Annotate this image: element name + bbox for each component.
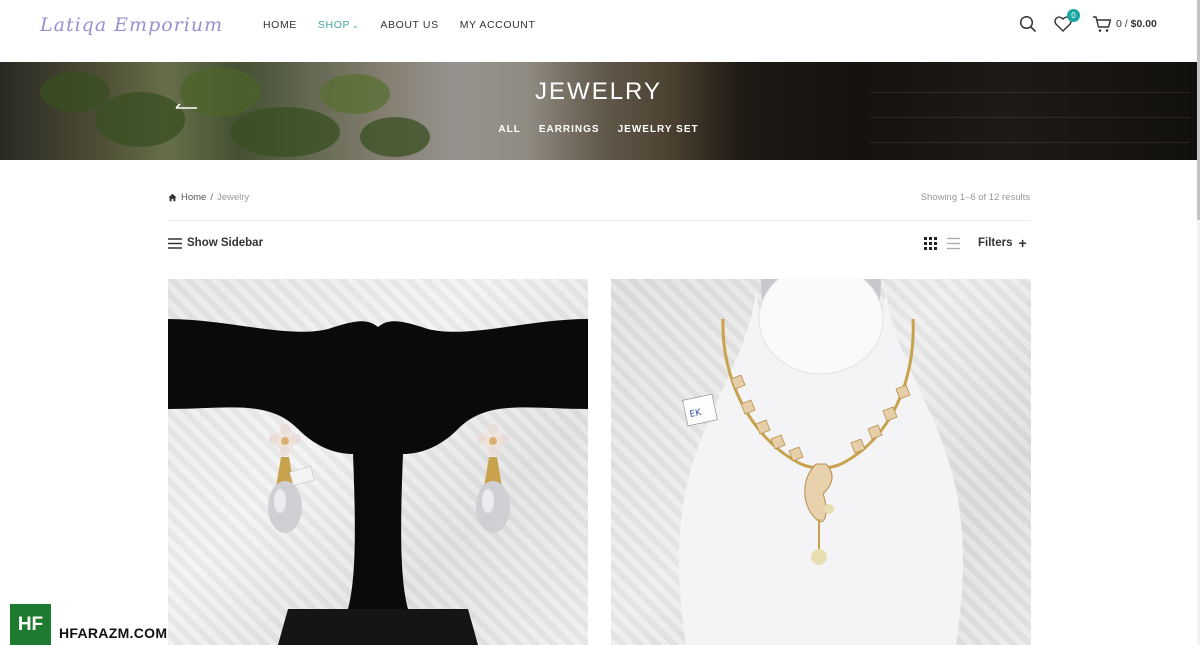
header-icons: 0 0 / $0.00 (1018, 9, 1157, 34)
earrings-image (168, 319, 588, 645)
product-card-necklace[interactable]: EK (611, 279, 1031, 645)
chevron-down-icon: ⌄ (352, 20, 360, 30)
cart-separator: / (1124, 18, 1128, 30)
product-card-earrings[interactable] (168, 279, 588, 645)
category-all[interactable]: ALL (498, 124, 520, 135)
plus-icon: + (1018, 235, 1027, 251)
necklace-image: EK (679, 279, 963, 645)
page-title-banner: JEWELRY ALL EARRINGS JEWELRY SET (0, 62, 1197, 160)
divider (168, 220, 1030, 221)
grid-view-icon[interactable] (924, 237, 937, 250)
site-logo[interactable]: Latiqa Emporium (40, 10, 222, 42)
nav-about-us[interactable]: ABOUT US (380, 19, 438, 31)
nav-home[interactable]: HOME (263, 19, 297, 31)
list-view-icon[interactable] (947, 237, 960, 250)
show-sidebar-label: Show Sidebar (187, 237, 264, 249)
nav-shop[interactable]: SHOP ⌄ (318, 19, 359, 31)
cart-summary[interactable]: 0 / $0.00 (1116, 18, 1157, 30)
main-nav: HOME SHOP ⌄ ABOUT US MY ACCOUNT (263, 19, 536, 31)
cart-count: 0 (1116, 18, 1122, 30)
cart-total: $0.00 (1130, 18, 1157, 30)
site-header: Latiqa Emporium HOME SHOP ⌄ ABOUT US MY A… (0, 0, 1200, 62)
wishlist-button[interactable]: 0 (1053, 9, 1080, 34)
nav-my-account[interactable]: MY ACCOUNT (460, 19, 536, 31)
hf-logo-badge: HF (10, 604, 51, 645)
category-earrings[interactable]: EARRINGS (539, 124, 600, 135)
category-jewelry-set[interactable]: JEWELRY SET (618, 124, 699, 135)
watermark-text: HFARAZM.COM (59, 625, 168, 641)
wishlist-count-badge: 0 (1067, 9, 1080, 22)
cart-icon[interactable] (1092, 14, 1112, 34)
show-sidebar-button[interactable]: Show Sidebar (168, 237, 263, 249)
page-title: JEWELRY (535, 78, 662, 105)
results-count: Showing 1–6 of 12 results (920, 192, 1030, 203)
filters-label: Filters (978, 237, 1013, 249)
filters-button[interactable]: Filters + (978, 235, 1027, 251)
search-icon[interactable] (1018, 14, 1038, 34)
logo-text: Latiqa Emporium (40, 14, 224, 36)
hamburger-menu-icon (168, 237, 182, 249)
category-nav: ALL EARRINGS JEWELRY SET (0, 124, 1197, 135)
